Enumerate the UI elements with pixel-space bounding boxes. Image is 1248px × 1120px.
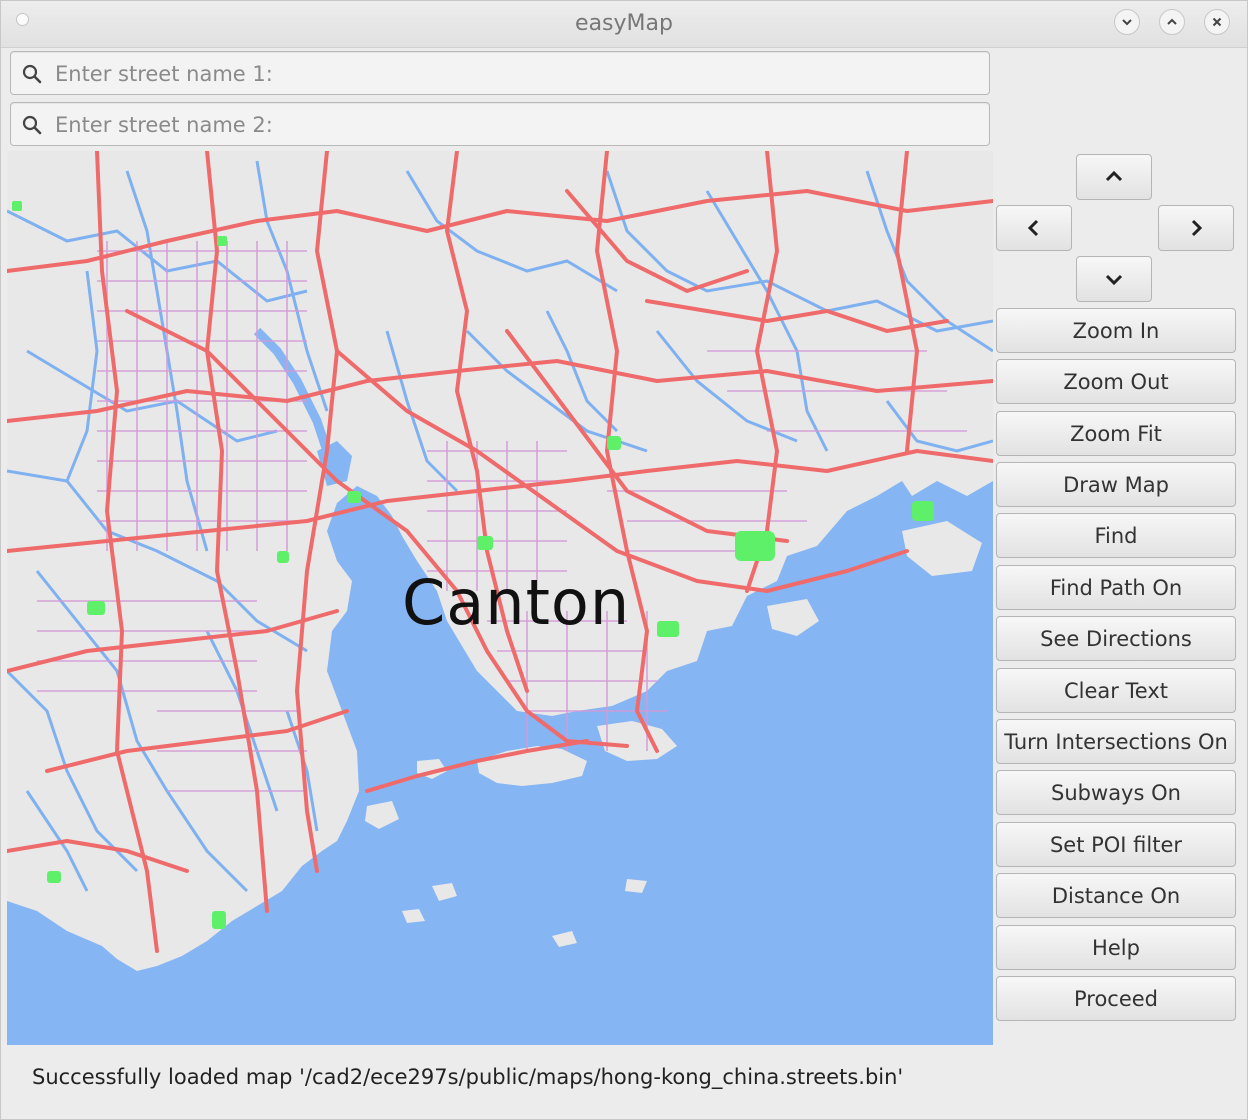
island-small: [902, 521, 982, 576]
map-city-label: Canton: [402, 566, 631, 639]
street-1-search-field[interactable]: [10, 51, 990, 95]
intersections-toggle-button[interactable]: Turn Intersections On: [996, 719, 1236, 764]
island-small: [365, 801, 399, 829]
island-small: [625, 879, 647, 893]
close-button[interactable]: [1204, 9, 1230, 35]
clear-text-button[interactable]: Clear Text: [996, 668, 1236, 713]
island-small: [432, 883, 457, 901]
find-path-button[interactable]: Find Path On: [996, 565, 1236, 610]
island-small: [402, 909, 425, 923]
island-hk: [597, 721, 677, 761]
island-small: [552, 931, 577, 947]
pan-left-button[interactable]: [996, 205, 1072, 251]
chevron-up-icon: [1105, 170, 1123, 182]
chevron-left-icon: [1027, 219, 1039, 237]
zoom-fit-button[interactable]: Zoom Fit: [996, 411, 1236, 456]
search-icon: [22, 64, 42, 84]
see-directions-button[interactable]: See Directions: [996, 616, 1236, 661]
chevron-down-icon: [1105, 274, 1123, 286]
help-button[interactable]: Help: [996, 925, 1236, 970]
zoom-out-button[interactable]: Zoom Out: [996, 359, 1236, 404]
street-2-input[interactable]: [53, 109, 977, 141]
search-icon: [22, 115, 42, 135]
chevron-right-icon: [1191, 219, 1203, 237]
island-small: [767, 599, 819, 636]
street-1-input[interactable]: [53, 58, 977, 90]
title-bar: easyMap: [1, 1, 1247, 48]
subways-toggle-button[interactable]: Subways On: [996, 770, 1236, 815]
minimize-button[interactable]: [1114, 9, 1140, 35]
window-title: easyMap: [575, 11, 673, 36]
chevron-down-icon: [1122, 19, 1132, 26]
app-window: easyMap Enter street name 1: Enter stree…: [0, 0, 1248, 1120]
chevron-up-icon: [1167, 18, 1177, 25]
street-2-search-field[interactable]: [10, 102, 990, 146]
close-icon: [1212, 17, 1222, 27]
pan-up-button[interactable]: [1076, 154, 1152, 200]
draw-map-button[interactable]: Draw Map: [996, 462, 1236, 507]
pan-down-button[interactable]: [1076, 256, 1152, 302]
status-message: Successfully loaded map '/cad2/ece297s/p…: [32, 1065, 904, 1089]
proceed-button[interactable]: Proceed: [996, 976, 1236, 1021]
pan-right-button[interactable]: [1158, 205, 1234, 251]
distance-toggle-button[interactable]: Distance On: [996, 873, 1236, 918]
map-canvas[interactable]: Canton: [7, 151, 993, 1045]
maximize-button[interactable]: [1159, 9, 1185, 35]
zoom-in-button[interactable]: Zoom In: [996, 308, 1236, 353]
poi-filter-button[interactable]: Set POI filter: [996, 822, 1236, 867]
find-button[interactable]: Find: [996, 513, 1236, 558]
